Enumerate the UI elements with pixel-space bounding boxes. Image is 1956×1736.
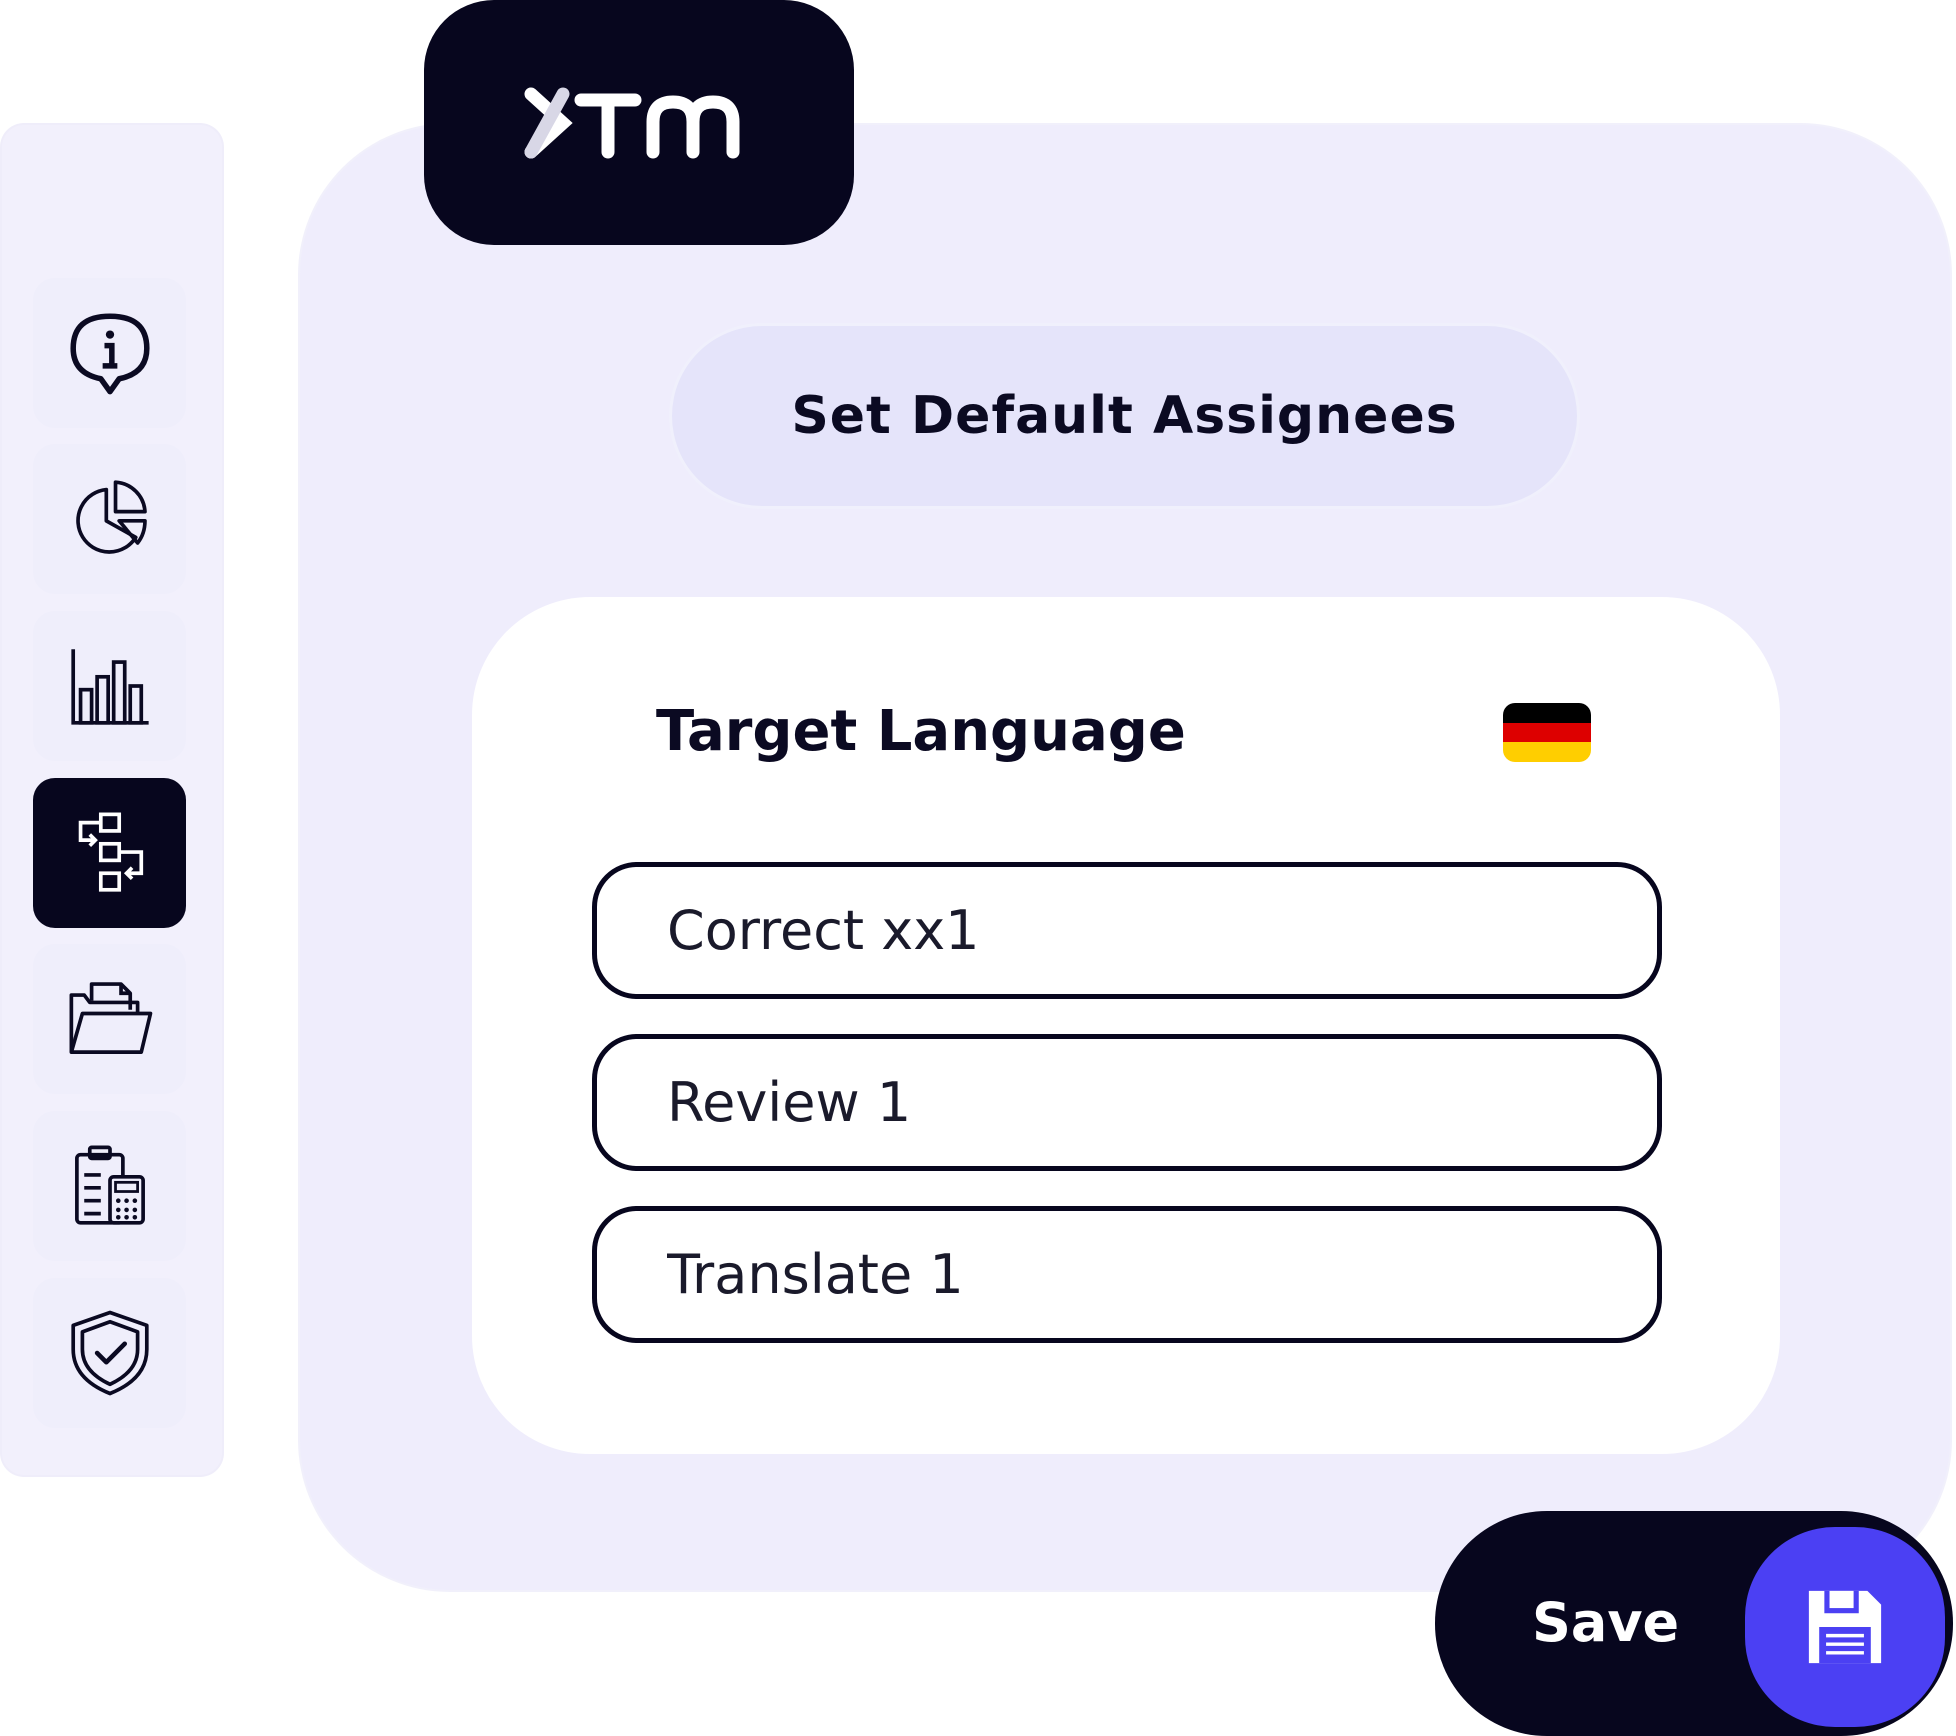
floppy-disk-icon	[1808, 1590, 1882, 1664]
xtm-logo	[524, 87, 740, 158]
sidebar-item-analytics[interactable]	[33, 444, 186, 594]
save-button[interactable]: Save	[1435, 1511, 1953, 1736]
sidebar-item-workflow[interactable]	[33, 778, 186, 928]
workflow-icon	[78, 812, 143, 892]
sidebar-item-info[interactable]	[33, 278, 186, 428]
sidebar-item-estimates[interactable]	[33, 1111, 186, 1261]
translate-assignee-field[interactable]	[592, 1206, 1662, 1343]
correct-assignee-field[interactable]	[592, 862, 1662, 999]
xtm-brand-tab	[424, 0, 854, 245]
folder-icon	[69, 982, 152, 1054]
page-title: Set Default Assignees	[791, 386, 1458, 446]
info-bubble-icon	[69, 313, 150, 395]
bar-chart-icon	[70, 649, 149, 725]
germany-flag-icon	[1503, 703, 1591, 762]
page-title-pill: Set Default Assignees	[672, 326, 1577, 506]
sidebar-item-security[interactable]	[33, 1278, 186, 1428]
pie-chart-icon	[75, 480, 147, 554]
sidebar-item-reports[interactable]	[33, 611, 186, 761]
review-assignee-field[interactable]	[592, 1034, 1662, 1171]
target-language-label: Target Language	[656, 699, 1186, 764]
clipboard-calculator-icon	[74, 1145, 145, 1225]
save-icon-container	[1745, 1527, 1945, 1727]
sidebar-item-files[interactable]	[33, 944, 186, 1094]
shield-check-icon	[70, 1310, 149, 1396]
save-label: Save	[1532, 1591, 1680, 1654]
